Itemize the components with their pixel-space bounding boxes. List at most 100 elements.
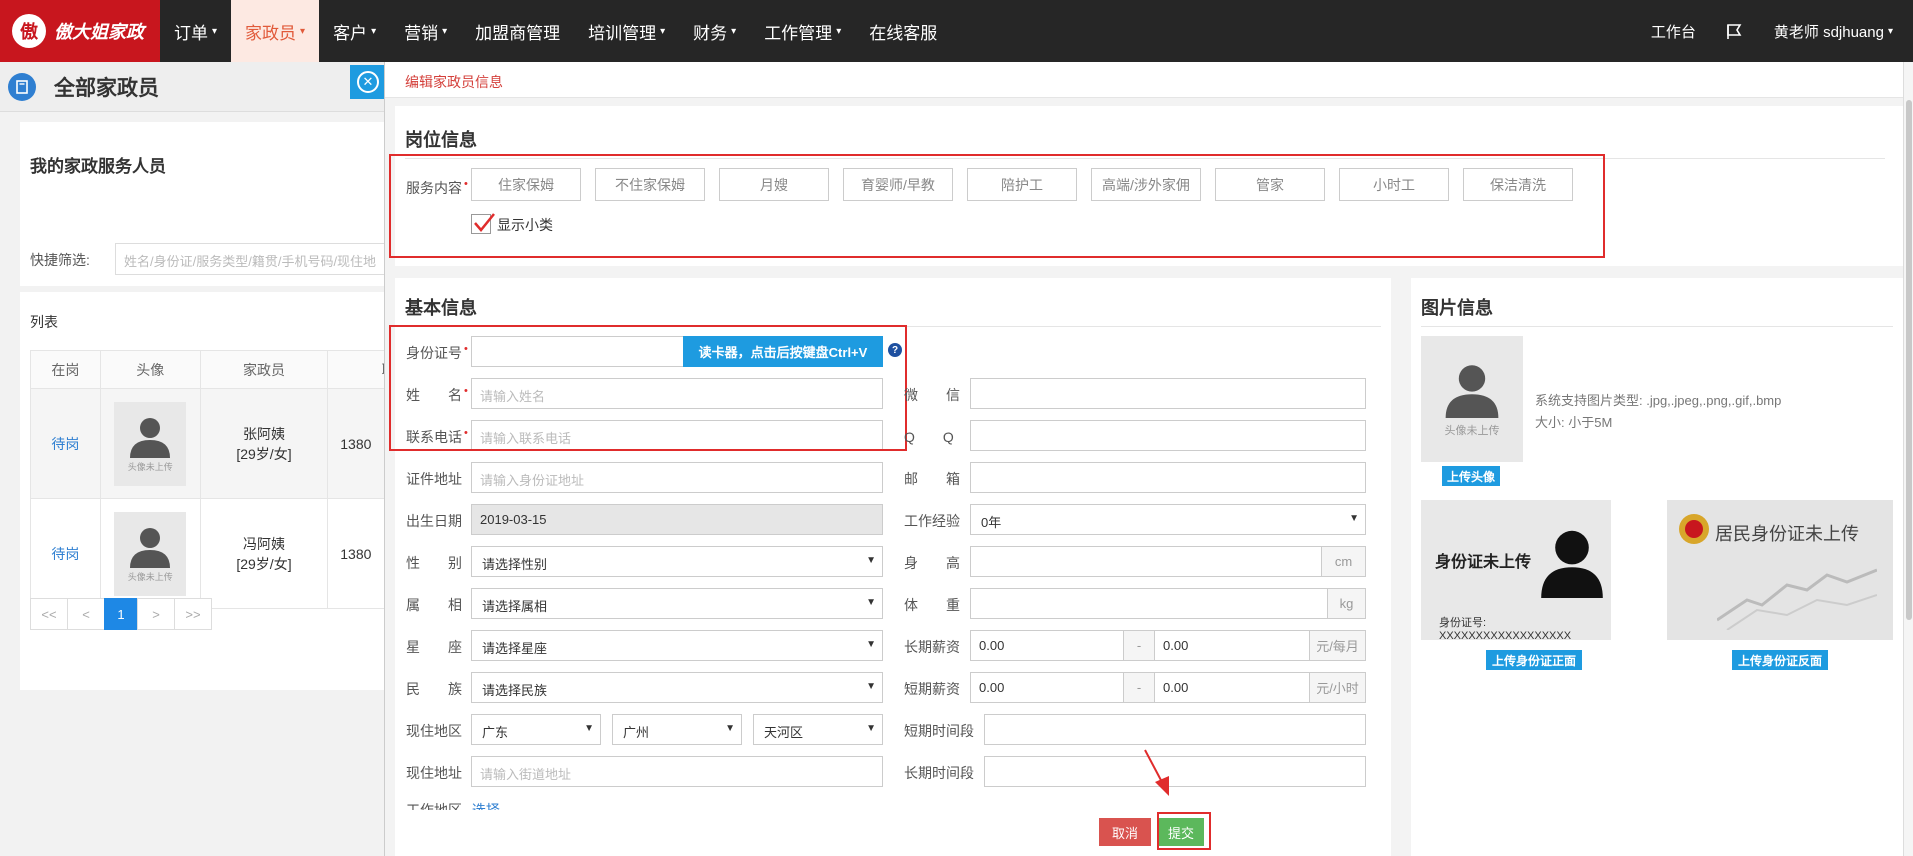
province-select[interactable]: 广东 ▼ [471, 714, 601, 745]
nav-franchise[interactable]: 加盟商管理 [461, 0, 574, 62]
page-current[interactable]: 1 [104, 598, 138, 630]
nav-support[interactable]: 在线客服 [855, 0, 951, 62]
modal-close-button[interactable]: ✕ [350, 65, 386, 99]
page-prev[interactable]: < [67, 598, 105, 630]
staff-info: [29岁/女] [236, 555, 292, 572]
caret-down-icon: ▾ [731, 25, 737, 37]
dropdown-arrow-icon: ▼ [866, 639, 876, 650]
short-salary-max-input[interactable]: 0.00 [1154, 672, 1310, 703]
gender-select[interactable]: 请选择性别 ▼ [471, 546, 883, 577]
nav-label: 在线客服 [869, 23, 938, 43]
upload-avatar-button[interactable]: 上传头像 [1442, 466, 1500, 486]
ethnicity-select[interactable]: 请选择民族 ▼ [471, 672, 883, 703]
scrollbar-thumb[interactable] [1906, 100, 1912, 620]
birth-date-input[interactable]: 2019-03-15 [471, 504, 883, 535]
nav-finance[interactable]: 财务 ▾ [679, 0, 750, 62]
nav-label: 财务 [693, 23, 728, 43]
select-value: 天河区 [764, 725, 804, 740]
long-salary-max-input[interactable]: 0.00 [1154, 630, 1310, 661]
select-value: 0年 [981, 515, 1002, 530]
workbench-link[interactable]: 工作台 [1651, 21, 1696, 42]
weight-input[interactable] [970, 588, 1328, 619]
short-time-input[interactable] [984, 714, 1366, 745]
modal-title: 编辑家政员信息 [405, 74, 503, 90]
birth-date-label: 出生日期 [406, 513, 462, 529]
status-link[interactable]: 待岗 [51, 436, 79, 452]
notification-flag-icon[interactable] [1726, 23, 1744, 39]
status-link[interactable]: 待岗 [51, 546, 79, 562]
page-title: 全部家政员 [54, 76, 159, 100]
range-separator: - [1123, 630, 1155, 661]
pagination: << < 1 > >> [30, 598, 212, 630]
person-icon [1445, 365, 1499, 418]
select-value: 广东 [482, 725, 509, 740]
nav-label: 家政员 [245, 23, 297, 43]
nav-training[interactable]: 培训管理 ▾ [574, 0, 679, 62]
short-salary-min-input[interactable]: 0.00 [970, 672, 1124, 703]
section-title: 岗位信息 [405, 130, 477, 150]
id-back-title: 居民身份证未上传 [1715, 524, 1859, 545]
person-silhouette-icon [1541, 530, 1603, 598]
id-address-input[interactable]: 请输入身份证地址 [471, 462, 883, 493]
long-salary-label: 长期薪资 [904, 639, 960, 655]
weight-unit: kg [1327, 588, 1366, 619]
brand-logo[interactable]: 傲 傲大姐家政 [0, 0, 160, 62]
dropdown-arrow-icon: ▼ [1349, 513, 1359, 524]
annotation-highlight [1157, 812, 1211, 850]
caret-down-icon: ▾ [300, 25, 306, 37]
divider [1421, 326, 1893, 327]
email-label: 邮 箱 [904, 471, 960, 487]
staff-name: 张阿姨 [242, 425, 285, 442]
caret-down-icon: ▾ [660, 25, 666, 37]
experience-select[interactable]: 0年 ▼ [970, 504, 1366, 535]
long-salary-min-input[interactable]: 0.00 [970, 630, 1124, 661]
nav-marketing[interactable]: 营销 ▾ [390, 0, 461, 62]
city-select[interactable]: 广州 ▼ [612, 714, 742, 745]
id-front-title: 身份证未上传 [1435, 554, 1532, 571]
select-value: 请选择星座 [482, 641, 548, 656]
constellation-select[interactable]: 请选择星座 ▼ [471, 630, 883, 661]
district-select[interactable]: 天河区 ▼ [753, 714, 883, 745]
work-area-select-link[interactable]: 选择 [472, 802, 500, 810]
section-title: 图片信息 [1421, 298, 1493, 318]
nav-work[interactable]: 工作管理 ▾ [750, 0, 855, 62]
page-last[interactable]: >> [174, 598, 212, 630]
nav-staff[interactable]: 家政员 ▾ [231, 0, 320, 62]
page-header: 全部家政员 [0, 62, 390, 112]
gender-label: 性 别 [406, 555, 462, 571]
nav-label: 营销 [404, 23, 439, 43]
height-input[interactable] [970, 546, 1322, 577]
national-emblem-icon [1679, 514, 1709, 544]
staff-list-page: 全部家政员 我的家政服务人员 快捷筛选: 姓名/身份证/服务类型/籍贯/手机号码… [0, 62, 450, 856]
page-next[interactable]: > [137, 598, 175, 630]
wechat-input[interactable] [970, 378, 1366, 409]
quick-filter-input[interactable]: 姓名/身份证/服务类型/籍贯/手机号码/现住地 [115, 243, 415, 275]
long-time-input[interactable] [984, 756, 1366, 787]
avatar: 头像未上传 [114, 401, 187, 486]
dropdown-arrow-icon: ▼ [866, 681, 876, 692]
upload-id-front-button[interactable]: 上传身份证正面 [1486, 650, 1582, 670]
list-title: 列表 [30, 314, 58, 330]
short-time-label: 短期时间段 [904, 723, 974, 739]
modal-header: 编辑家政员信息 [385, 62, 1913, 98]
filter-panel: 我的家政服务人员 快捷筛选: 姓名/身份证/服务类型/籍贯/手机号码/现住地 [20, 122, 415, 286]
avatar: 头像未上传 [114, 511, 187, 596]
cancel-button[interactable]: 取消 [1099, 818, 1151, 846]
address-label: 现住地址 [406, 765, 462, 781]
nav-orders[interactable]: 订单 ▾ [160, 0, 231, 62]
zodiac-select[interactable]: 请选择属相 ▼ [471, 588, 883, 619]
long-time-label: 长期时间段 [904, 765, 974, 781]
modal-scrollbar[interactable] [1903, 62, 1913, 856]
weight-label: 体 重 [904, 597, 960, 613]
email-input[interactable] [970, 462, 1366, 493]
page-first[interactable]: << [30, 598, 68, 630]
user-name: 黄老师 sdjhuang [1773, 23, 1884, 41]
upload-id-back-button[interactable]: 上传身份证反面 [1732, 650, 1828, 670]
user-menu[interactable]: 黄老师 sdjhuang ▾ [1774, 21, 1893, 42]
short-salary-unit: 元/小时 [1309, 672, 1366, 703]
top-navbar: 傲 傲大姐家政 订单 ▾ 家政员 ▾ 客户 ▾ 营销 ▾ 加盟商管理 培训管理 ▾ 财务 ▾… [0, 0, 1913, 62]
qq-input[interactable] [970, 420, 1366, 451]
height-label: 身 高 [904, 555, 960, 571]
address-input[interactable]: 请输入街道地址 [471, 756, 883, 787]
nav-customers[interactable]: 客户 ▾ [319, 0, 390, 62]
